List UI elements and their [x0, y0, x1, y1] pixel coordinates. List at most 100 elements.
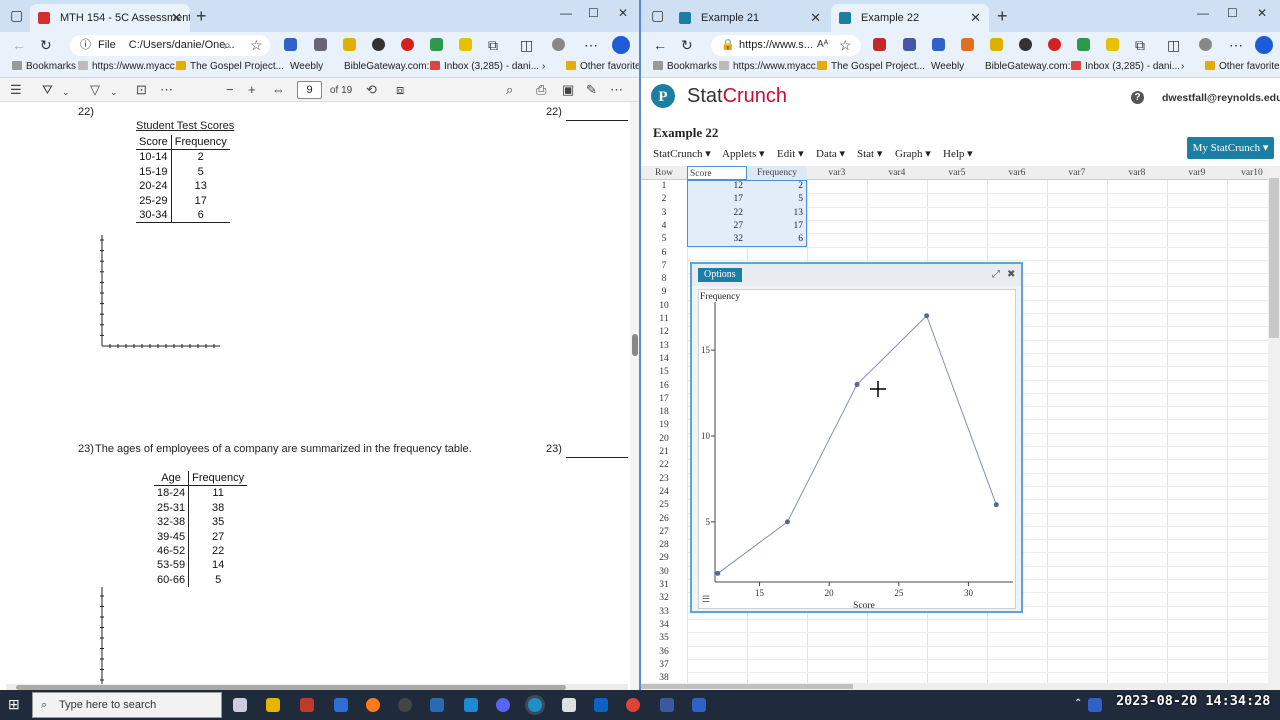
bookmark-item[interactable]: BibleGateway.com:...: [985, 61, 1079, 72]
table-cell[interactable]: 13: [747, 207, 807, 220]
tab-pdf[interactable]: MTH 154 - 5C Assessment Prep... ✕: [30, 4, 190, 32]
bookmark-item[interactable]: BibleGateway.com:...: [344, 61, 438, 72]
edge-icon[interactable]: [528, 698, 542, 712]
table-cell[interactable]: 2: [747, 180, 807, 193]
row-number[interactable]: 17: [641, 393, 687, 406]
bookmark-item[interactable]: Other favorites: [1205, 61, 1280, 72]
bookmark-item[interactable]: Weebly: [931, 61, 964, 72]
column-header[interactable]: var6: [987, 166, 1047, 180]
pdf-vertical-scrollbar[interactable]: [630, 102, 639, 690]
split-screen-icon[interactable]: ◫: [520, 36, 533, 54]
app-icon[interactable]: [398, 698, 412, 712]
task-view-icon[interactable]: [233, 698, 247, 712]
bookmark-item[interactable]: https://www.myacc...: [719, 61, 824, 72]
extensions-puzzle-icon[interactable]: ⧉: [488, 36, 498, 54]
table-cell[interactable]: 5: [747, 193, 807, 206]
bookmark-item[interactable]: Bookmarks: [653, 61, 717, 72]
rotate-icon[interactable]: ⟲: [366, 82, 377, 98]
extension-feed-icon[interactable]: [314, 38, 327, 51]
extension-red-circle-icon[interactable]: [1048, 38, 1061, 51]
column-header[interactable]: var9: [1167, 166, 1227, 180]
row-number[interactable]: 5: [641, 233, 687, 246]
favorite-star-icon[interactable]: ☆: [250, 36, 263, 54]
row-number[interactable]: 6: [641, 247, 687, 260]
table-cell[interactable]: 27: [687, 220, 747, 233]
menu-edit[interactable]: Edit ▾: [777, 147, 804, 160]
row-number[interactable]: 31: [641, 579, 687, 592]
scroll-thumb[interactable]: [641, 684, 853, 689]
app-icon[interactable]: [300, 698, 314, 712]
user-email[interactable]: dwestfall@reynolds.edu: [1162, 92, 1280, 104]
table-cell[interactable]: 12: [687, 180, 747, 193]
bookmark-item[interactable]: Inbox (3,285) - dani...: [430, 61, 539, 72]
row-number[interactable]: 36: [641, 646, 687, 659]
extension-feed-icon[interactable]: [961, 38, 974, 51]
row-number[interactable]: 23: [641, 473, 687, 486]
tab-actions-icon[interactable]: ▢: [10, 6, 23, 24]
extension-circle-icon[interactable]: [1019, 38, 1032, 51]
row-number[interactable]: 3: [641, 207, 687, 220]
menu-graph[interactable]: Graph ▾: [895, 147, 931, 160]
minimize-icon[interactable]: —: [560, 6, 572, 20]
row-number[interactable]: 29: [641, 552, 687, 565]
app-icon[interactable]: [334, 698, 348, 712]
row-number[interactable]: 15: [641, 366, 687, 379]
contents-icon[interactable]: ☰: [10, 82, 22, 98]
extension-z-icon[interactable]: [284, 38, 297, 51]
app-icon[interactable]: [464, 698, 478, 712]
row-number[interactable]: 27: [641, 526, 687, 539]
row-number[interactable]: 37: [641, 659, 687, 672]
column-header[interactable]: var7: [1047, 166, 1107, 180]
highlight-icon[interactable]: ▽: [90, 82, 100, 98]
menu-stat[interactable]: Stat ▾: [857, 147, 882, 160]
row-number[interactable]: 26: [641, 513, 687, 526]
zoom-in-icon[interactable]: +: [248, 82, 256, 98]
table-cell[interactable]: 22: [687, 207, 747, 220]
scroll-thumb[interactable]: [632, 334, 638, 356]
taskbar-search[interactable]: ⌕ Type here to search: [32, 692, 222, 718]
close-icon[interactable]: ✖: [1007, 269, 1015, 280]
split-screen-icon[interactable]: ◫: [1167, 36, 1180, 54]
row-number[interactable]: 14: [641, 353, 687, 366]
extension-yellow-icon[interactable]: [1106, 38, 1119, 51]
row-number[interactable]: 7: [641, 260, 687, 273]
more-menu-icon[interactable]: ⋯: [1229, 36, 1243, 54]
extension-z-icon[interactable]: [932, 38, 945, 51]
row-number[interactable]: 9: [641, 286, 687, 299]
zoom-icon[interactable]: ⌕: [224, 36, 231, 54]
graph-window[interactable]: Options ⤢ ✖ 15 20 25 30 5 10 15 Frequency Score ☰: [690, 262, 1023, 613]
chevron-down-icon[interactable]: ⌄: [110, 84, 118, 100]
bookmark-item[interactable]: Inbox (3,285) - dani...: [1071, 61, 1180, 72]
draw-icon[interactable]: ⛛: [42, 82, 53, 98]
favorite-star-icon[interactable]: ☆: [839, 36, 852, 54]
fit-page-icon[interactable]: ⇔: [272, 82, 285, 98]
expand-icon[interactable]: ⤢: [992, 269, 1000, 280]
extension-folder-icon[interactable]: [343, 38, 356, 51]
tab-actions-icon[interactable]: ▢: [651, 6, 664, 24]
maximize-icon[interactable]: ☐: [1227, 6, 1238, 20]
help-icon[interactable]: ?: [1131, 91, 1144, 104]
row-number[interactable]: 22: [641, 459, 687, 472]
row-number[interactable]: 20: [641, 433, 687, 446]
print-icon[interactable]: ⎙: [536, 82, 546, 98]
menu-data[interactable]: Data ▾: [816, 147, 845, 160]
file-explorer-icon[interactable]: [266, 698, 280, 712]
tab-example-21[interactable]: Example 21 ✕: [671, 4, 829, 32]
scroll-thumb[interactable]: [1269, 178, 1279, 338]
firefox-icon[interactable]: [366, 698, 380, 712]
page-number-input[interactable]: 9: [297, 81, 322, 99]
chrome-icon[interactable]: [626, 698, 640, 712]
column-header[interactable]: Frequency: [747, 166, 807, 180]
row-number[interactable]: 33: [641, 606, 687, 619]
refresh-icon[interactable]: ↻: [40, 36, 52, 54]
more-menu-icon[interactable]: ⋯: [584, 36, 598, 54]
extension-green-icon[interactable]: [430, 38, 443, 51]
profile-avatar[interactable]: [1199, 38, 1212, 51]
row-number[interactable]: 10: [641, 300, 687, 313]
row-number[interactable]: 24: [641, 486, 687, 499]
back-icon[interactable]: ←: [653, 36, 667, 54]
back-icon[interactable]: ←: [12, 36, 26, 54]
chevron-right-icon[interactable]: ›: [542, 61, 545, 72]
maximize-icon[interactable]: ☐: [588, 6, 599, 20]
extensions-puzzle-icon[interactable]: ⧉: [1135, 36, 1145, 54]
